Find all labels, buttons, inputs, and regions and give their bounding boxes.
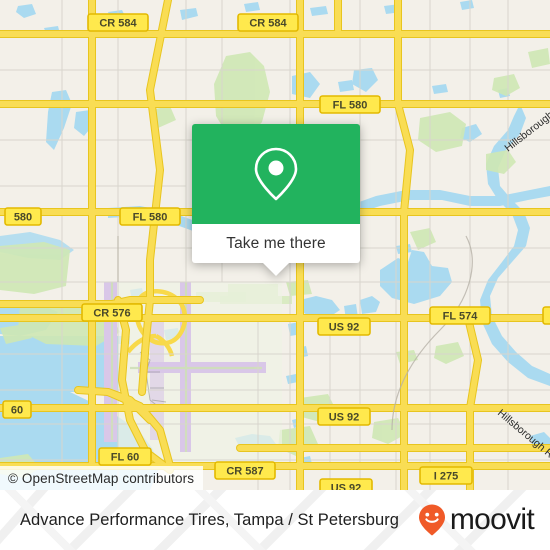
road-shield: I 275 — [419, 466, 473, 485]
road-shield-label: FL 580 — [133, 212, 168, 224]
road-shield: US 92 — [317, 407, 371, 426]
map-pin-icon — [254, 147, 298, 201]
road-shield: FL — [542, 306, 550, 325]
road-shield: FL 574 — [429, 306, 491, 325]
road-shield: US 92 — [319, 478, 373, 491]
road-shield-label: FL 574 — [443, 311, 479, 323]
take-me-there-popup[interactable]: Take me there — [192, 124, 360, 276]
road-shield-label: CR 587 — [226, 466, 263, 478]
popup-action-area[interactable]: Take me there — [192, 224, 360, 276]
road-shield-label: US 92 — [331, 483, 362, 491]
road-shield: US 92 — [317, 317, 371, 336]
road-shield-label: I 275 — [434, 471, 458, 483]
road-shield: CR 584 — [87, 13, 149, 32]
road-shield-label: 580 — [14, 212, 32, 224]
road-shield-label: US 92 — [329, 322, 360, 334]
popup-icon-area — [192, 124, 360, 224]
moovit-logo[interactable]: moovit — [417, 503, 535, 537]
road-shield: CR 576 — [81, 303, 143, 322]
road-shield-label: CR 576 — [93, 308, 130, 320]
road-shield: FL 580 — [319, 95, 381, 114]
road-shield-label: FL 60 — [111, 452, 140, 464]
moovit-pin-smiley-icon — [418, 504, 445, 536]
road-shield: 60 — [2, 400, 32, 419]
road-shield: FL 580 — [119, 207, 181, 226]
road-shield-label: CR 584 — [249, 18, 287, 30]
road-shield: 580 — [4, 207, 42, 226]
osm-attribution: © OpenStreetMap contributors — [0, 466, 204, 490]
moovit-wordmark: moovit — [449, 503, 535, 536]
map-screenshot-root: Hillsborough Hillsborough Ri CR 584 CR 58… — [0, 0, 550, 550]
road-shield: CR 587 — [214, 461, 276, 480]
location-title: Advance Performance Tires, Tampa / St Pe… — [20, 510, 400, 529]
popup-pointer — [263, 263, 289, 276]
road-shield-label: 60 — [11, 405, 23, 417]
footer-bar: Advance Performance Tires, Tampa / St Pe… — [0, 490, 550, 550]
osm-attribution-text: © OpenStreetMap contributors — [8, 470, 195, 486]
road-shield: CR 584 — [237, 13, 299, 32]
road-shield: FL 60 — [98, 447, 152, 466]
road-shield-label: FL 580 — [333, 100, 368, 112]
take-me-there-label: Take me there — [226, 234, 326, 252]
road-shield-label: US 92 — [329, 412, 360, 424]
road-shield-label: CR 584 — [99, 18, 137, 30]
